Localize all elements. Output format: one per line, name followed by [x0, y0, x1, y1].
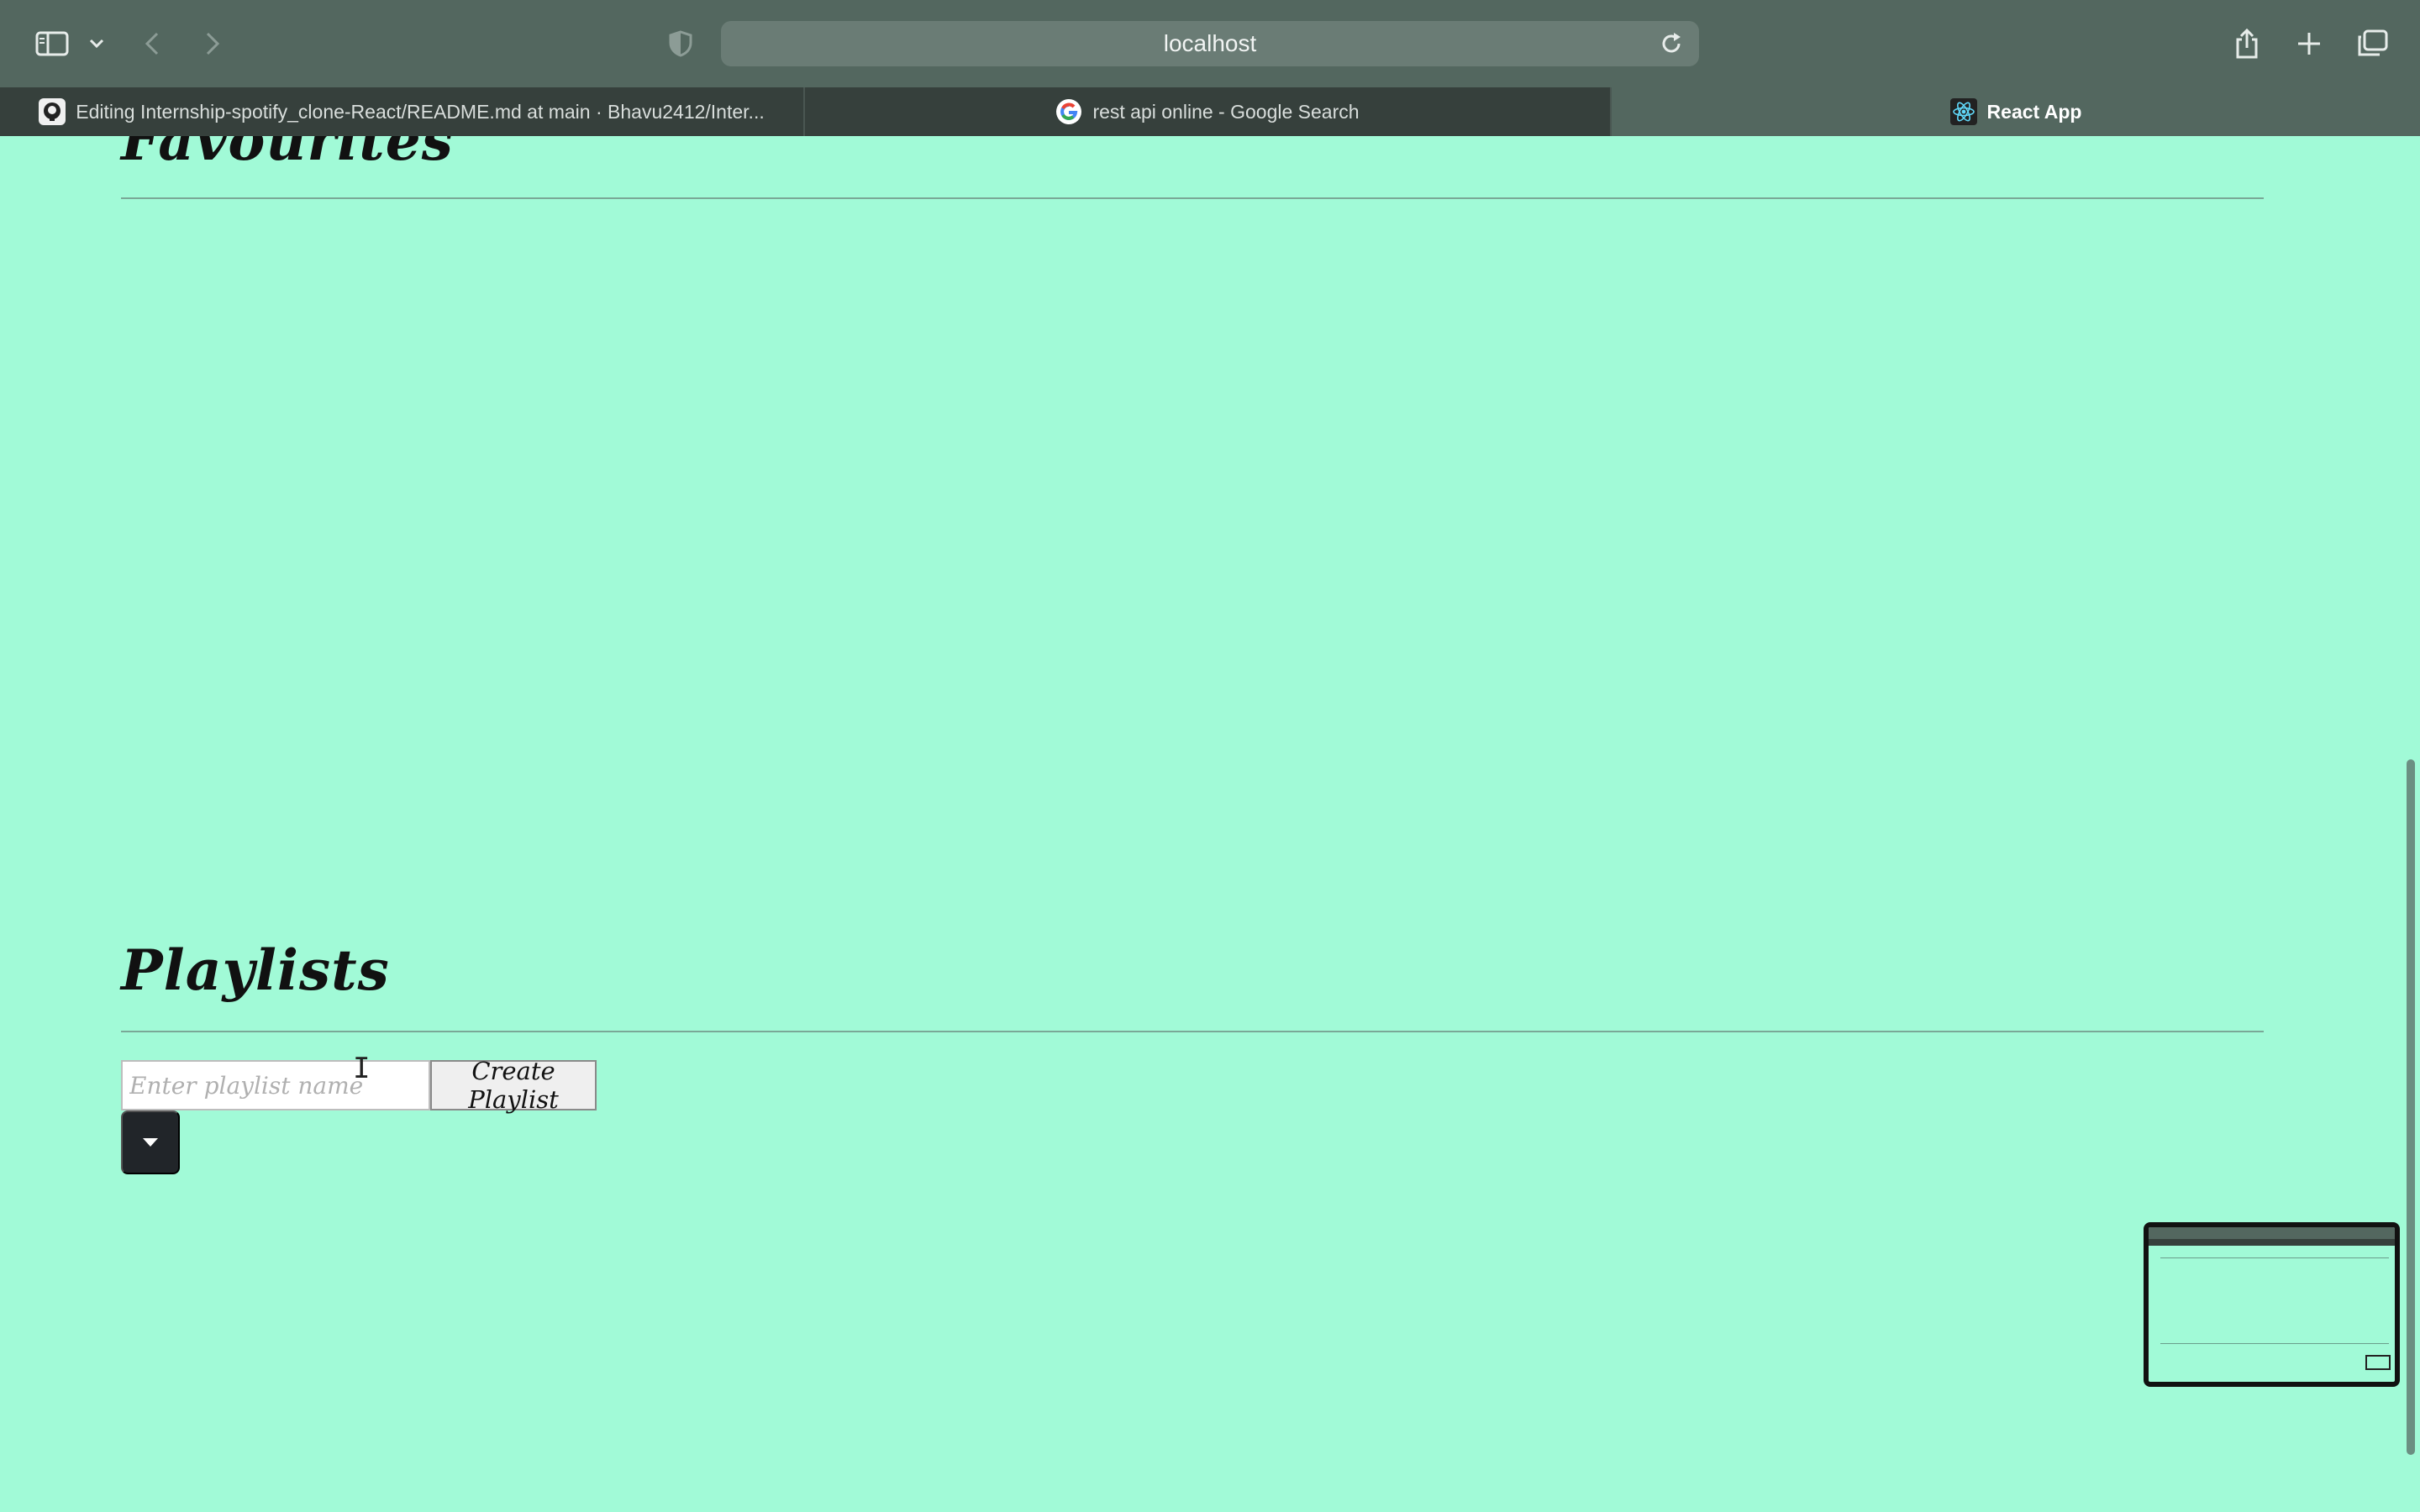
favourites-heading: Favourites [121, 136, 454, 173]
playlists-divider [121, 1031, 2264, 1032]
playlists-heading: Playlists [121, 937, 390, 1003]
playlist-name-input[interactable] [121, 1060, 430, 1110]
react-icon [1949, 98, 1977, 125]
share-icon[interactable] [2230, 24, 2264, 64]
text-cursor-icon: I [353, 1052, 371, 1085]
tab-react-app[interactable]: React App [1612, 87, 2420, 136]
tab-google[interactable]: rest api online - Google Search [805, 87, 1612, 136]
favourites-divider [121, 197, 2264, 199]
create-playlist-button[interactable]: Create Playlist [430, 1057, 597, 1114]
forward-icon[interactable] [200, 24, 225, 64]
scrollbar[interactable] [2402, 136, 2420, 1512]
tab-bar: Editing Internship-spotify_clone-React/R… [0, 87, 2420, 136]
chevron-down-icon[interactable] [84, 24, 109, 64]
address-text: localhost [1163, 30, 1257, 56]
tab-github[interactable]: Editing Internship-spotify_clone-React/R… [0, 87, 805, 136]
tab-overview-icon[interactable] [2354, 24, 2390, 64]
google-icon [1056, 99, 1082, 124]
caret-down-icon [143, 1138, 158, 1147]
scrollbar-thumb[interactable] [2407, 759, 2415, 1455]
tab-title: rest api online - Google Search [1092, 100, 1360, 123]
tab-title: React App [1986, 100, 2082, 123]
github-icon [39, 98, 66, 125]
address-bar[interactable]: localhost [721, 21, 1699, 66]
tab-title: Editing Internship-spotify_clone-React/R… [76, 100, 765, 123]
browser-toolbar: localhost [0, 0, 2420, 87]
new-tab-icon[interactable] [2292, 24, 2326, 64]
screenshot-thumbnail[interactable] [2144, 1222, 2400, 1387]
playlist-dropdown-button[interactable] [121, 1110, 180, 1174]
reload-icon[interactable] [1659, 31, 1684, 62]
back-icon[interactable] [139, 24, 165, 64]
sidebar-toggle-icon[interactable] [34, 24, 71, 64]
page-content: Favourites Playlists [0, 136, 2420, 1512]
privacy-shield-icon[interactable] [666, 24, 696, 64]
